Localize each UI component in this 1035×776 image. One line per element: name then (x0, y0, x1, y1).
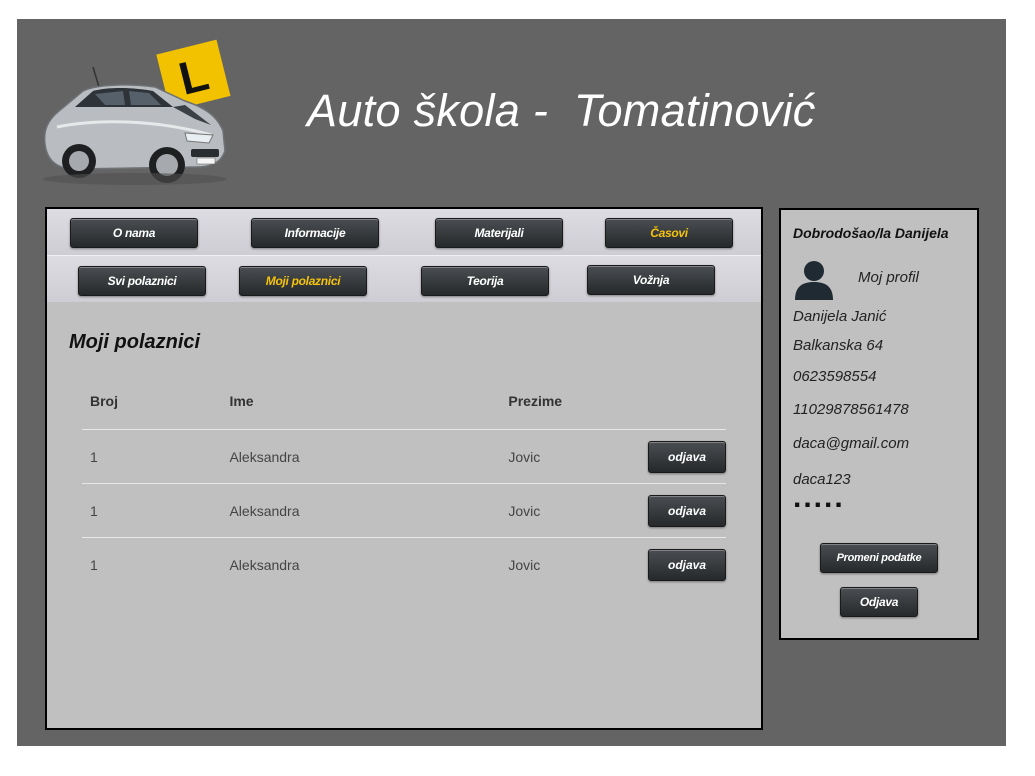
cell-prezime: Jovic (500, 483, 640, 538)
secondary-nav: Svi polaznici Moji polaznici Teorija Vož… (47, 256, 761, 302)
odjava-button[interactable]: odjava (648, 548, 726, 581)
cell-prezime: Jovic (508, 556, 541, 573)
nav-informacije-button[interactable]: Informacije (251, 218, 379, 248)
user-full-name: Danijela Janić (793, 308, 887, 325)
nav-moji-polaznici-button[interactable]: Moji polaznici (239, 266, 367, 296)
cell-ime: Aleksandra (221, 483, 501, 538)
user-jmbg: 11029878561478 (793, 401, 909, 418)
cell-ime: Aleksandra (229, 556, 300, 573)
students-table: Broj Ime Prezime 1 Aleksandra Jovic odja… (82, 372, 726, 591)
column-header-prezime: Prezime (500, 372, 640, 430)
cell-broj: 1 (82, 483, 222, 538)
section-title: Moji polaznici (69, 331, 201, 353)
cell-broj: 1 (82, 429, 222, 484)
column-header-broj: Broj (82, 372, 222, 430)
cell-broj: 1 (90, 556, 98, 573)
cell-ime: Aleksandra (221, 429, 501, 484)
site-title: Auto škola - Tomatinović (307, 85, 816, 136)
user-password-mask: ..... (793, 481, 845, 514)
main-panel: O nama Informacije Materijali Časovi Svi… (45, 207, 763, 730)
logout-button[interactable]: Odjava (840, 587, 918, 617)
user-phone: 0623598554 (793, 368, 877, 385)
my-profile-link[interactable]: Moj profil (858, 269, 919, 286)
car-logo-icon: L (43, 39, 231, 185)
nav-materijali-button[interactable]: Materijali (435, 218, 563, 248)
page-frame: L Auto škola - Tomatinović O nama Inform… (17, 19, 1006, 746)
column-header-ime: Ime (221, 372, 501, 430)
nav-teorija-button[interactable]: Teorija (421, 266, 549, 296)
odjava-button[interactable]: odjava (648, 494, 726, 527)
user-avatar-icon (795, 261, 833, 300)
nav-svi-polaznici-button[interactable]: Svi polaznici (78, 266, 206, 296)
user-email: daca@gmail.com (793, 435, 910, 452)
nav-voznja-button[interactable]: Vožnja (587, 265, 715, 295)
column-header-action (640, 372, 726, 430)
table-header-row: Broj Ime Prezime (82, 372, 726, 430)
user-sidebar: Dobrodošao/la Danijela Moj profil Danije… (779, 208, 979, 640)
nav-casovi-button[interactable]: Časovi (605, 218, 733, 248)
table-row: 1 Aleksandra Jovic odjava (82, 538, 726, 592)
nav-o-nama-button[interactable]: O nama (70, 218, 198, 248)
user-address: Balkanska 64 (793, 337, 884, 354)
table-row: 1 Aleksandra Jovic odjava (82, 483, 726, 538)
primary-nav: O nama Informacije Materijali Časovi (47, 209, 761, 255)
odjava-button[interactable]: odjava (648, 440, 726, 473)
table-row: 1 Aleksandra Jovic odjava (82, 429, 726, 484)
change-data-button[interactable]: Promeni podatke (820, 543, 938, 573)
cell-prezime: Jovic (500, 429, 640, 484)
welcome-text: Dobrodošao/la Danijela (793, 225, 949, 241)
